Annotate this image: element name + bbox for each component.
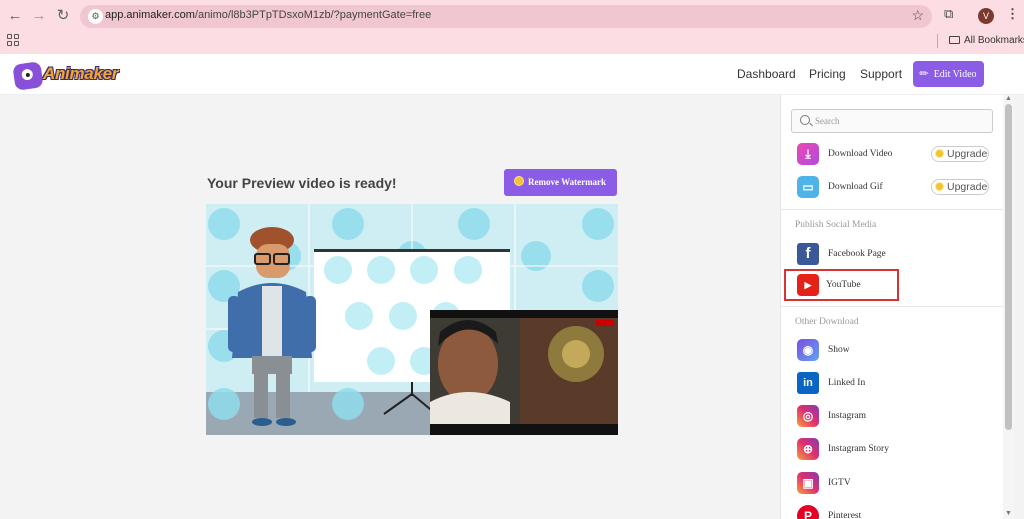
bookmark-star-icon[interactable]: ☆ [911,7,924,24]
folder-icon [949,36,960,44]
forward-icon[interactable]: → [29,6,49,26]
edit-video-button[interactable]: ✎Edit Video [913,61,984,87]
section-divider [781,306,1003,307]
search-icon [800,115,810,125]
instagram-label: Instagram [828,411,866,421]
instagram-story-label: Instagram Story [828,444,889,454]
mascot-icon [12,61,44,91]
other-download-heading: Other Download [795,317,859,327]
pinterest-icon: P [797,505,819,519]
upgrade-video-button[interactable]: Upgrade [931,146,989,162]
site-info-icon[interactable]: ⚙ [88,9,103,24]
instagram-story-icon: ⊕ [797,438,819,460]
download-video-icon: ⤓ [797,143,819,165]
publish-heading: Publish Social Media [795,220,877,230]
apps-grid-icon[interactable] [7,34,19,46]
preview-video-frame [206,204,618,435]
remove-watermark-button[interactable]: Remove Watermark [504,169,617,196]
facebook-icon: f [797,243,819,265]
nav-support[interactable]: Support [860,67,902,81]
instagram-icon: ◎ [797,405,819,427]
youtube-label: YouTube [826,280,861,290]
coin-icon [935,182,944,191]
preview-video[interactable] [206,204,618,435]
app-header: Animaker Dashboard Pricing Support [0,54,1024,95]
coin-icon [935,149,944,158]
download-gif-label: Download Gif [828,182,883,192]
address-bar[interactable]: ⚙ app.animaker.com/animo/l8b3PTpTDsxoM1z… [80,5,932,28]
back-icon[interactable]: ← [5,6,25,26]
search-placeholder: Search [815,116,840,126]
linkedin-icon: in [797,372,819,394]
sidebar-scroll-thumb[interactable] [1005,104,1012,430]
search-input[interactable]: Search [791,109,993,133]
igtv-label: IGTV [828,478,851,488]
youtube-icon: ▶ [797,274,819,296]
section-divider [781,209,1003,210]
preview-title: Your Preview video is ready! [207,175,397,191]
linkedin-label: Linked In [828,378,866,388]
facebook-page-label: Facebook Page [828,249,886,259]
all-bookmarks[interactable]: All Bookmarks [949,35,1024,46]
nav-dashboard[interactable]: Dashboard [737,67,796,81]
scroll-down-icon[interactable]: ▼ [1005,510,1012,517]
scroll-up-icon[interactable]: ▲ [1005,95,1012,102]
coin-icon [514,176,524,186]
menu-dots-icon[interactable]: ⋮ [1006,6,1019,22]
upgrade-gif-button[interactable]: Upgrade [931,179,989,195]
nav-pricing[interactable]: Pricing [809,67,846,81]
profile-avatar[interactable]: V [978,8,994,24]
reload-icon[interactable]: ↻ [53,6,73,26]
url-text: app.animaker.com/animo/l8b3PTpTDsxoM1zb/… [105,9,432,21]
igtv-icon: ▣ [797,472,819,494]
download-video-label: Download Video [828,149,893,159]
pinterest-label: Pinterest [828,511,862,519]
show-label: Show [828,345,850,355]
browser-chrome: ← → ↻ ⚙ app.animaker.com/animo/l8b3PTpTD… [0,0,1024,54]
extensions-icon[interactable]: ⧉ [944,6,953,22]
show-icon: ◉ [797,339,819,361]
bookmarks-divider [937,34,938,48]
download-gif-icon: ▭ [797,176,819,198]
logo-text: Animaker [43,64,119,83]
export-sidebar: Search ⤓ Download Video Upgrade ▭ Downlo… [780,95,1014,519]
